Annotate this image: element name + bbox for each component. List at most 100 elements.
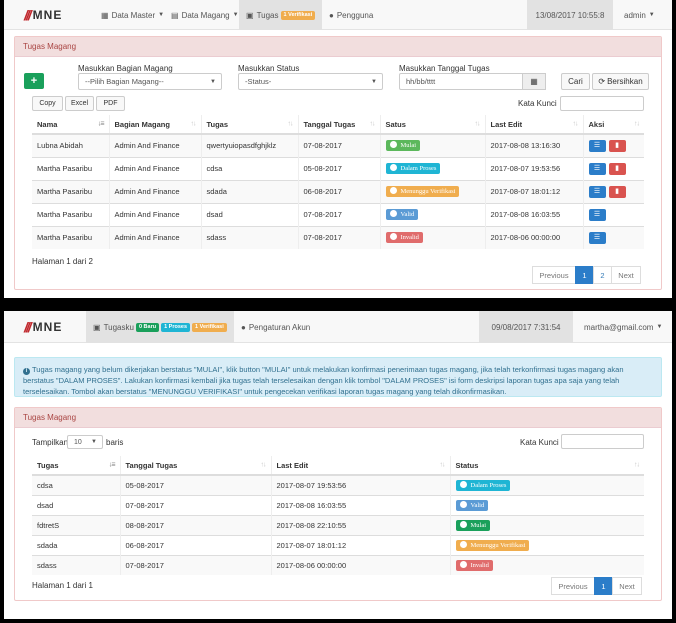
detail-button[interactable]: ☰ (588, 139, 606, 152)
nav-label: Data Master (111, 10, 156, 20)
status-label: Menunggu Verifikasi (400, 188, 456, 195)
current-datetime: 09/08/2017 7:31:54 (479, 311, 573, 343)
cell-tugas: dsad (200, 202, 298, 226)
brand-logo[interactable]: ///MNE (24, 319, 62, 335)
sort-icon: ↑↓ (572, 120, 579, 128)
cell-tugas: sdass (200, 225, 298, 249)
nav-data-master[interactable]: ▦ Data Master ▼ (94, 0, 171, 30)
sort-icon: ↑↓ (634, 461, 640, 469)
detail-button[interactable]: ☰ (588, 231, 606, 244)
bagian-select[interactable]: --Pilih Bagian Magang-- ▼ (78, 73, 222, 90)
delete-button[interactable]: ▮ (608, 185, 626, 198)
user-menu[interactable]: martha@gmail.com ▼ (584, 311, 662, 343)
col-nama[interactable]: Nama ↓≡ (32, 115, 109, 135)
cell-status: Valid (379, 202, 485, 226)
status-mulai-button[interactable]: Mulai (385, 140, 421, 152)
header-label: Tanggal Tugas (125, 460, 178, 470)
delete-button[interactable]: ▮ (608, 162, 626, 175)
detail-button[interactable]: ☰ (588, 162, 606, 175)
col-tanggal[interactable]: Tanggal Tugas ↑↓ (297, 115, 380, 135)
sort-icon: ↑↓ (634, 120, 640, 128)
search-input[interactable] (560, 96, 644, 111)
bersihkan-button[interactable]: ⟳ Bersihkan (592, 73, 649, 90)
select-value: 10 (74, 438, 82, 446)
status-mulai-button[interactable]: Mulai (455, 519, 491, 531)
user-icon: ● (329, 10, 334, 20)
cell-status: Dalam Proses (379, 156, 485, 180)
page-info: Halaman 1 dari 1 (32, 581, 93, 590)
tanggal-input[interactable]: hh/bb/tttt (399, 73, 523, 90)
nav-pengguna[interactable]: ● Pengguna (322, 0, 380, 30)
excel-button[interactable]: Excel (65, 96, 94, 111)
pagination: Previous 1 2 Next (532, 266, 641, 284)
cell-tugas: sdada (32, 534, 120, 555)
file-icon: ▤ (171, 10, 179, 20)
col-last-edit[interactable]: Last Edit ↑↓ (270, 456, 450, 476)
col-bagian[interactable]: Bagian Magang ↑↓ (108, 115, 201, 135)
search-input[interactable] (561, 434, 644, 449)
nav-data-magang[interactable]: ▤ Data Magang ▼ (164, 0, 246, 30)
cell-tanggal: 05-08-2017 (297, 156, 380, 180)
verifikasi-badge: 1 Verifikasi (280, 10, 316, 20)
info-alert: i Tugas magang yang belum dikerjakan bers… (14, 357, 662, 397)
sort-icon: ↑↓ (287, 120, 294, 128)
col-tanggal[interactable]: Tanggal Tugas ↑↓ (119, 456, 271, 476)
top-navbar: ///MNE ▦ Data Master ▼ ▤ Data Magang ▼ ▣ Tuga… (4, 0, 672, 30)
status-select[interactable]: -Status- ▼ (238, 73, 383, 90)
col-status[interactable]: Satus ↑↓ (379, 115, 485, 135)
cell-last-edit: 2017-08-07 19:53:56 (484, 156, 583, 180)
pager-page-1[interactable]: 1 (594, 577, 613, 595)
col-tugas[interactable]: Tugas ↓≡ (32, 456, 120, 476)
status-dalam-proses-button[interactable]: Dalam Proses (455, 479, 511, 491)
nav-label: Tugas (256, 10, 279, 20)
add-tugas-button[interactable]: + (24, 73, 44, 89)
nav-tugasku[interactable]: ▣ Tugasku 0 Baru 1 Proses 1 Verifikasi (86, 311, 234, 343)
cell-tugas: sdass (32, 554, 120, 575)
detail-button[interactable]: ☰ (588, 185, 606, 198)
cari-button[interactable]: Cari (561, 73, 590, 90)
nav-pengaturan-akun[interactable]: ● Pengaturan Akun (234, 311, 317, 343)
header-label: Tugas (206, 119, 229, 129)
pager-previous[interactable]: Previous (532, 266, 576, 284)
header-label: Nama (37, 119, 58, 129)
nav-tugas[interactable]: ▣ Tugas 1 Verifikasi (239, 0, 323, 30)
cell-bagian: Admin And Finance (108, 202, 201, 226)
circle-icon (389, 164, 397, 171)
nav-label: Tugasku (103, 322, 134, 332)
table-row: dsad 07-08-2017 2017-08-08 16:03:55 Vali… (32, 494, 644, 515)
pager-page-2[interactable]: 2 (593, 266, 612, 284)
pager-previous[interactable]: Previous (551, 577, 595, 595)
refresh-icon: ⟳ (598, 77, 606, 86)
cell-last-edit: 2017-08-06 00:00:00 (270, 554, 450, 575)
pager-page-1[interactable]: 1 (575, 266, 594, 284)
user-menu[interactable]: admin ▼ (624, 0, 655, 30)
circle-icon (459, 540, 467, 548)
pager-next[interactable]: Next (612, 577, 642, 595)
brand-slash-icon: /// (24, 319, 32, 335)
cell-nama: Martha Pasaribu (32, 225, 109, 249)
col-last-edit[interactable]: Last Edit ↑↓ (484, 115, 583, 135)
panel-title: Tugas Magang (15, 37, 661, 57)
cell-tugas: cdsa (200, 156, 298, 180)
page-size-select[interactable]: 10 ▼ (67, 435, 103, 449)
status-dalam-proses-button[interactable]: Dalam Proses (385, 163, 441, 174)
cell-last-edit: 2017-08-06 00:00:00 (484, 225, 583, 249)
sort-icon: ↑↓ (474, 120, 481, 128)
brand-logo[interactable]: ///MNE (24, 7, 62, 23)
status-menunggu-button[interactable]: Menunggu Verifikasi (385, 186, 460, 197)
pagination: Previous 1 Next (551, 577, 642, 595)
pdf-button[interactable]: PDF (96, 96, 125, 111)
col-status[interactable]: Status ↑↓ (449, 456, 644, 476)
cell-tanggal: 07-08-2017 (297, 202, 380, 226)
col-tugas[interactable]: Tugas ↑↓ (200, 115, 298, 135)
delete-button[interactable]: ▮ (608, 139, 626, 152)
calendar-icon[interactable]: ▦ (523, 73, 546, 90)
status-label: Menunggu Verifikasi (470, 541, 526, 549)
cell-last-edit: 2017-08-07 19:53:56 (270, 474, 450, 495)
copy-button[interactable]: Copy (32, 96, 63, 111)
detail-button[interactable]: ☰ (588, 208, 606, 221)
cell-nama: Martha Pasaribu (32, 202, 109, 226)
pager-next[interactable]: Next (611, 266, 641, 284)
circle-icon (459, 560, 467, 568)
col-aksi[interactable]: Aksi ↑↓ (582, 115, 644, 135)
